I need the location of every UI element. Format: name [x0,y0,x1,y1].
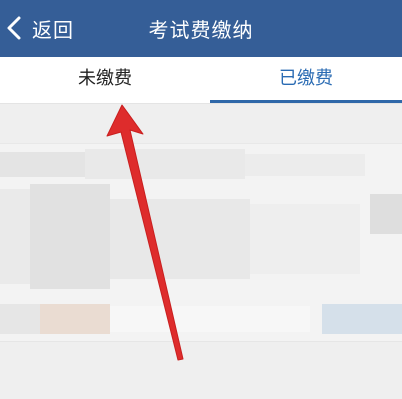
blurred-block [370,194,402,234]
tab-unpaid[interactable]: 未缴费 [0,57,210,103]
tab-paid[interactable]: 已缴费 [210,57,402,103]
blurred-block [322,304,402,334]
page-title: 考试费缴纳 [148,18,254,42]
blurred-block [85,149,245,179]
blurred-block [250,204,360,274]
blurred-block [245,154,365,176]
blurred-content-area [0,143,402,342]
blurred-block [30,184,110,289]
blurred-block [0,189,30,284]
blurred-block [110,199,250,279]
app-header: 返回 考试费缴纳 [0,0,402,57]
blurred-block [0,304,40,334]
blurred-block [110,306,310,332]
blurred-block [40,304,110,334]
tab-bar: 未缴费 已缴费 [0,57,402,104]
blurred-block [0,152,85,177]
